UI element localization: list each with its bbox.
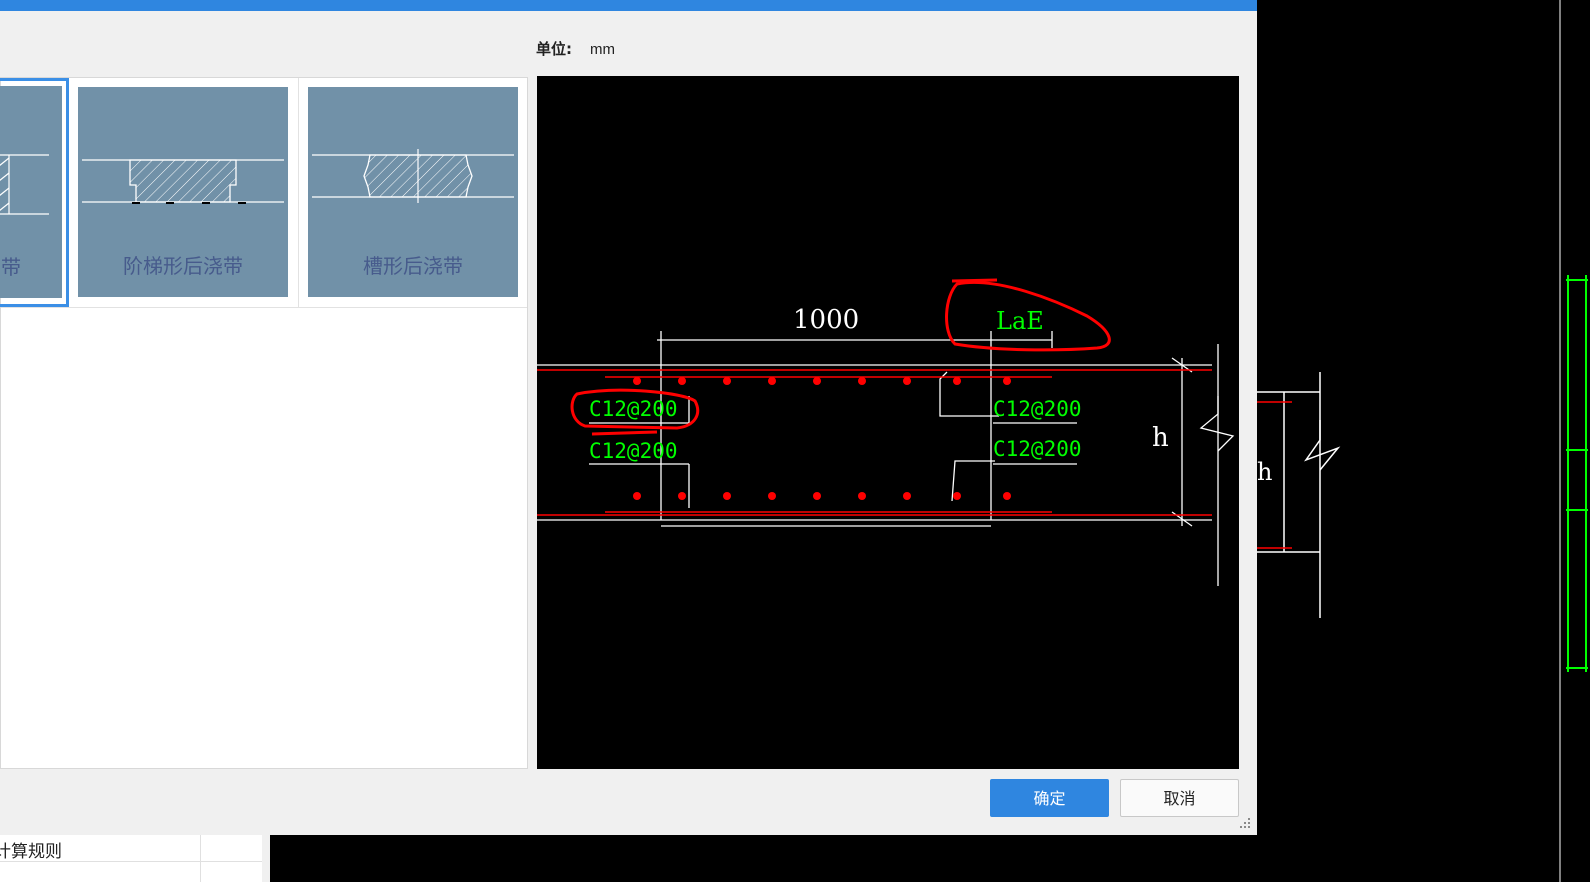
strip-type-thumbnail: 阶梯形后浇带: [78, 87, 288, 297]
rebar-label-bottom-left: C12@200: [589, 439, 678, 463]
cancel-button[interactable]: 取消: [1120, 779, 1239, 817]
confirm-button[interactable]: 确定: [990, 779, 1109, 817]
strip-type-thumbnail: 带: [0, 86, 62, 298]
strip-type-label: 槽形后浇带: [363, 254, 463, 278]
unit-indicator: 单位: mm: [536, 38, 615, 59]
calc-rule-label: 计算规则: [0, 842, 62, 862]
strip-type-option-0[interactable]: 带: [0, 78, 69, 307]
property-panel: 计算规则: [0, 835, 270, 882]
panel-gutter: [262, 835, 270, 882]
strip-type-option-stepped[interactable]: 阶梯形后浇带: [69, 78, 299, 307]
rebar-label-top-left: C12@200: [589, 397, 678, 421]
unit-value: mm: [590, 41, 615, 58]
bg-h-label: h: [1257, 458, 1272, 486]
dimension-length-label: 1000: [793, 305, 859, 335]
strip-type-thumbnail: 槽形后浇带: [308, 87, 518, 297]
height-label: h: [1152, 423, 1169, 453]
dialog-titlebar[interactable]: [0, 0, 1257, 11]
post-pour-strip-dialog: 单位: mm 带 阶梯形后浇带 槽形后浇带 1000 LaE C12@200 C…: [0, 0, 1257, 835]
resize-grip-icon[interactable]: [1238, 816, 1252, 830]
rebar-label-top-right: C12@200: [993, 397, 1082, 421]
unit-label: 单位:: [536, 40, 572, 58]
strip-type-label: 带: [1, 255, 21, 279]
strip-type-label: 阶梯形后浇带: [123, 254, 243, 278]
rebar-label-bottom-right: C12@200: [993, 437, 1082, 461]
strip-type-row: 带 阶梯形后浇带 槽形后浇带: [0, 78, 527, 308]
lae-label: LaE: [996, 307, 1044, 335]
strip-type-panel: 带 阶梯形后浇带 槽形后浇带: [0, 77, 528, 769]
rebar-preview-canvas: 1000 LaE C12@200 C12@200 C12@200 C12@200…: [537, 76, 1239, 769]
column-divider: [200, 835, 201, 882]
strip-type-option-grooved[interactable]: 槽形后浇带: [299, 78, 527, 307]
property-row[interactable]: 计算规则: [0, 835, 270, 862]
